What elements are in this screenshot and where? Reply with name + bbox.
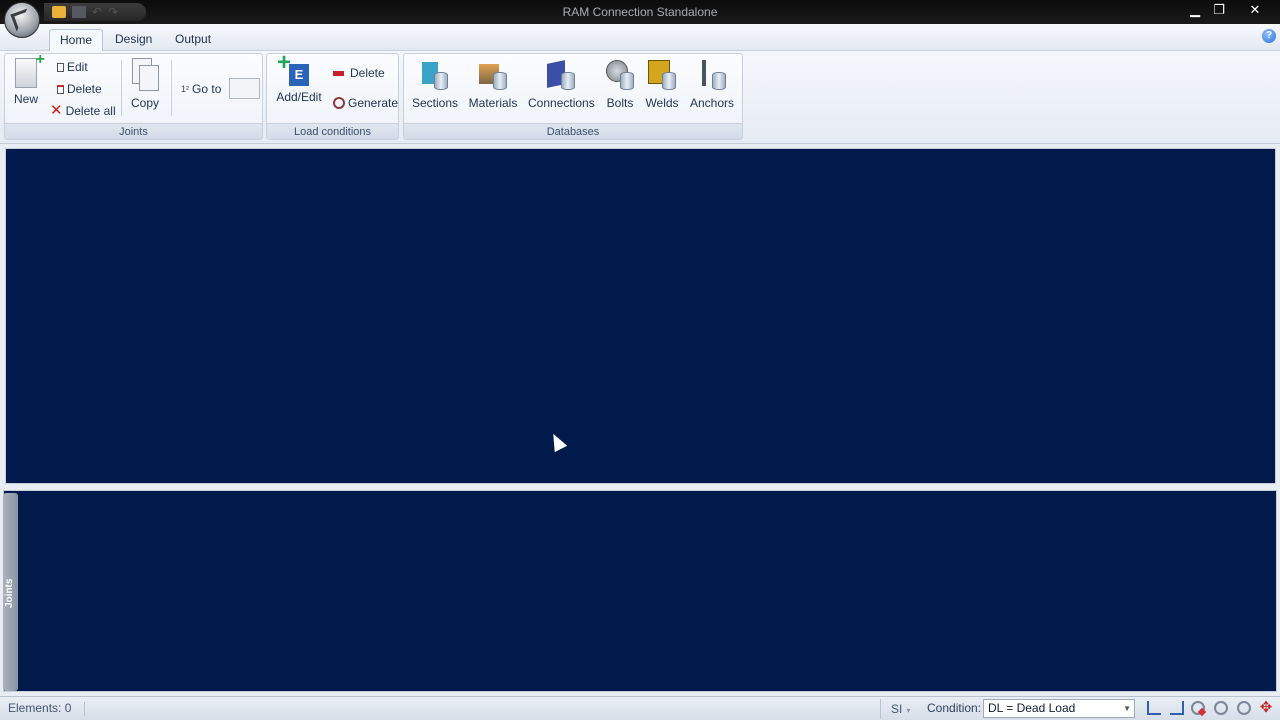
bolts-button[interactable]: Bolts bbox=[603, 58, 637, 110]
bolts-icon bbox=[604, 58, 636, 92]
delete-all-icon: ✕ bbox=[50, 102, 63, 119]
delete-load-icon bbox=[333, 70, 344, 76]
zoom-in-icon[interactable] bbox=[1214, 701, 1228, 715]
window-title: RAM Connection Standalone bbox=[562, 5, 718, 19]
databases-group: Sections Materials Connections Bolts Wel… bbox=[403, 53, 743, 140]
anchors-label: Anchors bbox=[689, 96, 735, 110]
materials-icon bbox=[477, 58, 509, 92]
sections-label: Sections bbox=[412, 96, 459, 110]
separator bbox=[171, 60, 172, 116]
joints-panel[interactable] bbox=[3, 490, 1277, 692]
elements-count: Elements: 0 bbox=[8, 701, 72, 715]
welds-label: Welds bbox=[645, 96, 679, 110]
connections-icon bbox=[545, 58, 577, 92]
delete-all-joints-button[interactable]: ✕ Delete all bbox=[50, 102, 116, 120]
status-progress-area bbox=[84, 702, 880, 716]
mouse-cursor-icon bbox=[547, 430, 568, 453]
anchors-icon bbox=[696, 58, 728, 92]
welds-icon bbox=[646, 58, 678, 92]
tab-design[interactable]: Design bbox=[105, 29, 162, 51]
sections-icon bbox=[418, 58, 450, 92]
load-conditions-group: E Add/Edit Delete Generate Load conditio… bbox=[266, 52, 399, 140]
move-icon[interactable]: ✥ bbox=[1259, 700, 1273, 715]
generate-icon bbox=[333, 97, 345, 109]
title-bar: ↶ ↷ RAM Connection Standalone ▁ ❐ ✕ bbox=[0, 0, 1280, 24]
sections-button[interactable]: Sections bbox=[412, 58, 459, 110]
load-conditions-group-label: Load conditions bbox=[267, 123, 398, 139]
materials-label: Materials bbox=[468, 96, 518, 110]
condition-value: DL = Dead Load bbox=[988, 701, 1076, 715]
delete-load-label: Delete bbox=[350, 66, 385, 80]
tab-output[interactable]: Output bbox=[165, 29, 221, 51]
app-logo-icon bbox=[10, 8, 34, 32]
joints-tab-label: Joints bbox=[4, 578, 15, 608]
copy-joint-button[interactable]: Copy bbox=[129, 58, 161, 110]
bolts-label: Bolts bbox=[606, 96, 634, 110]
application-window: ↶ ↷ RAM Connection Standalone ▁ ❐ ✕ Home… bbox=[0, 0, 1280, 720]
application-menu-button[interactable] bbox=[4, 2, 40, 38]
edit-joint-button[interactable]: Edit bbox=[57, 58, 88, 76]
ribbon-tab-bar: Home Design Output ? bbox=[0, 24, 1280, 51]
copy-label: Copy bbox=[130, 96, 159, 110]
delete-all-label: Delete all bbox=[65, 104, 116, 118]
generate-label: Generate bbox=[348, 96, 399, 110]
delete-joint-button[interactable]: Delete bbox=[57, 80, 102, 98]
goto-input[interactable] bbox=[229, 78, 260, 99]
delete-load-button[interactable]: Delete bbox=[333, 64, 385, 82]
help-icon[interactable]: ? bbox=[1262, 29, 1276, 43]
close-button[interactable]: ✕ bbox=[1243, 1, 1267, 19]
generate-load-button[interactable]: Generate bbox=[333, 94, 398, 112]
connections-button[interactable]: Connections bbox=[528, 58, 595, 110]
databases-group-label: Databases bbox=[404, 123, 742, 139]
copy-icon bbox=[132, 58, 159, 92]
select-icon[interactable] bbox=[1147, 701, 1161, 715]
new-joint-button[interactable]: New bbox=[11, 51, 45, 106]
add-edit-label: Add/Edit bbox=[276, 90, 322, 104]
ribbon: New Edit Delete ✕ Delete all Copy 1² bbox=[0, 51, 1280, 144]
goto-label-group: 1² Go to bbox=[181, 80, 221, 98]
edit-icon bbox=[57, 62, 64, 72]
condition-dropdown[interactable]: DL = Dead Load ▼ bbox=[983, 699, 1135, 718]
tab-home[interactable]: Home bbox=[49, 29, 104, 51]
status-bar: Elements: 0 SI Condition: DL = Dead Load… bbox=[0, 696, 1280, 720]
joints-group-label: Joints bbox=[5, 123, 262, 139]
connections-label: Connections bbox=[528, 96, 595, 110]
joints-side-tab[interactable]: Joints bbox=[3, 493, 18, 691]
joints-group: New Edit Delete ✕ Delete all Copy 1² bbox=[4, 51, 263, 140]
delete-icon bbox=[57, 84, 64, 94]
welds-button[interactable]: Welds bbox=[645, 58, 679, 110]
edit-label: Edit bbox=[67, 60, 88, 74]
zoom-window-icon[interactable] bbox=[1191, 701, 1205, 715]
units-selector[interactable]: SI bbox=[880, 699, 918, 719]
chevron-down-icon: ▼ bbox=[1123, 704, 1131, 713]
add-edit-icon: E bbox=[277, 52, 309, 86]
minimize-button[interactable]: ▁ bbox=[1183, 1, 1207, 19]
condition-label: Condition: bbox=[927, 701, 982, 715]
goto-icon: 1² bbox=[181, 84, 190, 94]
materials-button[interactable]: Materials bbox=[468, 58, 518, 110]
goto-label: Go to bbox=[192, 82, 222, 96]
new-label: New bbox=[13, 92, 38, 106]
zoom-out-icon[interactable] bbox=[1237, 701, 1251, 715]
add-edit-load-button[interactable]: E Add/Edit bbox=[275, 52, 323, 104]
pan-icon[interactable] bbox=[1170, 701, 1184, 715]
anchors-button[interactable]: Anchors bbox=[689, 58, 735, 110]
delete-label: Delete bbox=[67, 82, 102, 96]
new-icon bbox=[15, 51, 45, 88]
model-view-canvas[interactable] bbox=[5, 148, 1276, 484]
maximize-button[interactable]: ❐ bbox=[1207, 1, 1231, 19]
separator bbox=[121, 60, 122, 116]
